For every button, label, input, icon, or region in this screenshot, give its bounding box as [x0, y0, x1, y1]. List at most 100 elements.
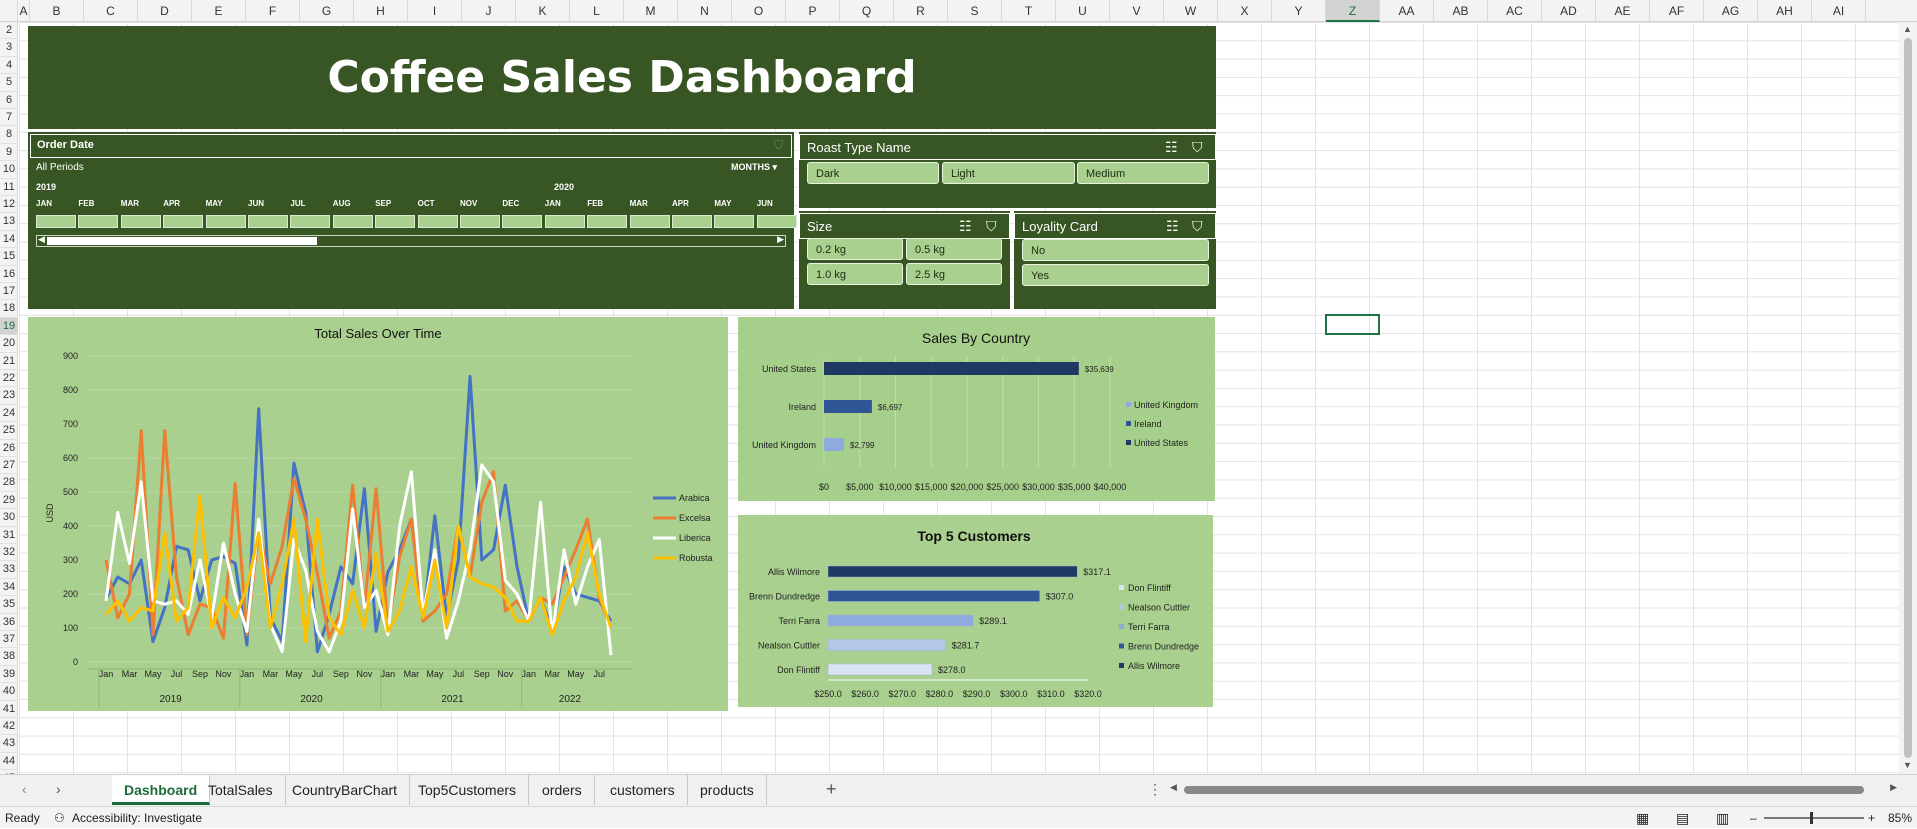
column-header[interactable]: K — [516, 0, 570, 22]
column-header[interactable]: O — [732, 0, 786, 22]
row-header[interactable]: 2 — [0, 22, 18, 40]
timeline-month-cell[interactable] — [756, 215, 797, 228]
vertical-scroll-thumb[interactable] — [1904, 38, 1912, 758]
column-header[interactable]: Q — [840, 0, 894, 22]
row-header[interactable]: 15 — [0, 248, 18, 266]
sheet-tab-products[interactable]: products — [688, 775, 767, 805]
slicer-option-roast[interactable]: Light — [942, 162, 1075, 184]
timeline-month-cell[interactable] — [629, 215, 670, 228]
column-header[interactable]: E — [192, 0, 246, 22]
row-header[interactable]: 22 — [0, 370, 18, 388]
sheet-tab-top5customers[interactable]: Top5Customers — [406, 775, 530, 805]
more-options-icon[interactable]: ⋮ — [1148, 781, 1162, 798]
column-header[interactable]: M — [624, 0, 678, 22]
column-header[interactable]: B — [30, 0, 84, 22]
row-header[interactable]: 16 — [0, 266, 18, 283]
sheet-tab-countrybarchart[interactable]: CountryBarChart — [280, 775, 411, 805]
column-header[interactable]: H — [354, 0, 408, 22]
column-header[interactable]: AA — [1380, 0, 1434, 22]
vertical-scrollbar[interactable]: ▲ ▼ — [1899, 22, 1917, 774]
horizontal-scroll-thumb[interactable] — [1184, 786, 1864, 794]
prev-sheet-icon[interactable]: ‹ — [22, 781, 27, 797]
row-header[interactable]: 27 — [0, 457, 18, 475]
row-header[interactable]: 6 — [0, 92, 18, 109]
timeline-month-cell[interactable] — [120, 215, 161, 228]
row-header[interactable]: 39 — [0, 666, 18, 684]
row-header[interactable]: 30 — [0, 509, 18, 527]
row-header[interactable]: 4 — [0, 57, 18, 75]
column-header[interactable]: Z — [1326, 0, 1380, 22]
slicer-option-size[interactable]: 0.2 kg — [807, 238, 903, 260]
multi-select-icon[interactable]: ☷ — [1165, 140, 1178, 154]
normal-view-icon[interactable]: ▦ — [1636, 807, 1649, 829]
timeline-month-cell[interactable] — [502, 215, 543, 228]
column-header[interactable]: AE — [1596, 0, 1650, 22]
sheet-tab-customers[interactable]: customers — [598, 775, 688, 805]
sheet-tab-orders[interactable]: orders — [530, 775, 595, 805]
sales-over-time-chart[interactable]: Total Sales Over Time 0 100 200 300 400 500 600… — [28, 317, 728, 711]
row-header[interactable]: 42 — [0, 718, 18, 736]
order-date-timeline[interactable]: Order Date ⛉ All Periods MONTHS ▾ 2019 2… — [28, 132, 797, 309]
scroll-right-icon[interactable]: ▶ — [777, 234, 784, 245]
column-header[interactable]: P — [786, 0, 840, 22]
clear-filter-icon[interactable]: ⛉ — [1192, 140, 1203, 154]
zoom-out-icon[interactable]: – — [1750, 807, 1757, 829]
column-header[interactable]: X — [1218, 0, 1272, 22]
scroll-up-icon[interactable]: ▲ — [1903, 24, 1912, 34]
timeline-month-cell[interactable] — [460, 215, 500, 228]
row-header[interactable]: 21 — [0, 353, 18, 370]
row-header[interactable]: 8 — [0, 126, 18, 144]
row-header[interactable]: 23 — [0, 387, 18, 405]
timeline-month-cell[interactable] — [163, 215, 204, 228]
multi-select-icon[interactable]: ☷ — [1166, 219, 1179, 233]
column-header[interactable]: N — [678, 0, 732, 22]
timeline-month-cell[interactable] — [672, 215, 712, 228]
page-layout-icon[interactable]: ▤ — [1676, 807, 1689, 829]
add-sheet-icon[interactable]: + — [826, 779, 837, 800]
row-header[interactable]: 11 — [0, 179, 18, 196]
multi-select-icon[interactable]: ☷ — [959, 219, 972, 233]
column-header[interactable]: W — [1164, 0, 1218, 22]
column-header[interactable]: U — [1056, 0, 1110, 22]
row-header[interactable]: 34 — [0, 579, 18, 597]
row-header[interactable]: 12 — [0, 196, 18, 214]
column-header[interactable]: A — [18, 0, 30, 22]
timeline-month-cell[interactable] — [36, 215, 76, 228]
column-header[interactable]: AI — [1812, 0, 1866, 22]
column-header[interactable]: R — [894, 0, 948, 22]
timeline-month-cell[interactable] — [332, 215, 373, 228]
row-header[interactable]: 7 — [0, 109, 18, 127]
column-header[interactable]: G — [300, 0, 354, 22]
scroll-down-icon[interactable]: ▼ — [1903, 760, 1912, 770]
row-header[interactable]: 26 — [0, 440, 18, 457]
scroll-left-icon[interactable]: ◀ — [1170, 782, 1177, 793]
column-header[interactable]: I — [408, 0, 462, 22]
column-header[interactable]: Y — [1272, 0, 1326, 22]
row-header[interactable]: 43 — [0, 735, 18, 753]
row-header[interactable]: 3 — [0, 39, 18, 57]
scroll-left-icon[interactable]: ◀ — [38, 234, 45, 245]
horizontal-scrollbar[interactable]: ◀ ▶ — [1170, 782, 1897, 796]
timeline-month-cell[interactable] — [205, 215, 246, 228]
timeline-month-cell[interactable] — [544, 215, 585, 228]
row-header[interactable]: 41 — [0, 701, 18, 718]
slicer-option-roast[interactable]: Medium — [1077, 162, 1209, 184]
accessibility-status[interactable]: Accessibility: Investigate — [72, 807, 202, 829]
column-header[interactable]: S — [948, 0, 1002, 22]
row-header[interactable]: 29 — [0, 492, 18, 510]
column-header[interactable]: F — [246, 0, 300, 22]
slicer-option-size[interactable]: 2.5 kg — [906, 263, 1002, 285]
column-header[interactable]: AC — [1488, 0, 1542, 22]
timeline-month-cell[interactable] — [714, 215, 755, 228]
sheet-tab-totalsales[interactable]: TotalSales — [196, 775, 286, 805]
row-header[interactable]: 28 — [0, 474, 18, 492]
slicer-option-size[interactable]: 0.5 kg — [906, 238, 1002, 260]
row-header[interactable]: 40 — [0, 683, 18, 701]
timeline-month-cell[interactable] — [417, 215, 458, 228]
row-header[interactable]: 5 — [0, 74, 18, 92]
column-header[interactable]: AD — [1542, 0, 1596, 22]
row-header[interactable]: 24 — [0, 405, 18, 423]
row-header[interactable]: 10 — [0, 161, 18, 179]
row-header[interactable]: 25 — [0, 422, 18, 440]
next-sheet-icon[interactable]: › — [56, 781, 61, 797]
